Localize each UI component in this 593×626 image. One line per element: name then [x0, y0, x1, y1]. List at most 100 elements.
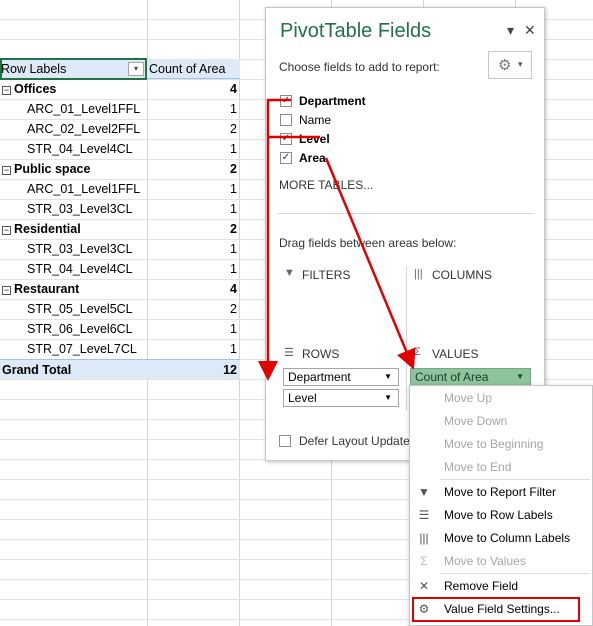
field-label: Department: [299, 94, 366, 108]
field-checkbox[interactable]: [280, 114, 292, 126]
pivot-item-row[interactable]: ARC_01_Level1FFL 1: [0, 179, 240, 199]
menu-item-label: Move to Column Labels: [444, 531, 571, 545]
item-count: 1: [230, 202, 237, 216]
pivot-item-row[interactable]: STR_05_Level5CL 2: [0, 299, 240, 319]
checkmark-icon: ✓: [281, 95, 291, 106]
pivot-item-row[interactable]: STR_06_Level6CL 1: [0, 319, 240, 339]
areas-separator: [406, 266, 407, 411]
chevron-down-icon[interactable]: ▼: [516, 369, 524, 385]
columns-icon: |||: [419, 531, 429, 545]
filter-icon: ▼: [284, 267, 295, 279]
pivot-item-row[interactable]: STR_04_Level4CL 1: [0, 259, 240, 279]
menu-separator: [440, 573, 590, 574]
menu-item-move-to-report-filter[interactable]: ▼ Move to Report Filter: [410, 481, 592, 504]
row-labels-header[interactable]: Row Labels: [1, 59, 66, 79]
collapse-icon[interactable]: −: [2, 226, 11, 235]
menu-item-label: Move to Row Labels: [444, 508, 553, 522]
group-count: 4: [230, 82, 237, 96]
group-name: Public space: [14, 162, 91, 176]
menu-item-label: Move to Report Filter: [444, 485, 557, 499]
values-field-context-menu: Move Up Move Down Move to Beginning Move to…: [409, 385, 593, 626]
rows-field-chip[interactable]: Department ▼: [283, 368, 399, 386]
field-label: Area: [299, 151, 326, 165]
pane-title: PivotTable Fields: [280, 20, 432, 42]
pivot-group-row[interactable]: − Restaurant 4: [0, 279, 240, 299]
sigma-icon: Σ: [414, 346, 421, 358]
menu-item-move-up[interactable]: Move Up: [410, 387, 592, 410]
menu-item-move-to-column-labels[interactable]: ||| Move to Column Labels: [410, 527, 592, 550]
collapse-icon[interactable]: −: [2, 86, 11, 95]
pivot-item-row[interactable]: STR_03_Level3CL 1: [0, 199, 240, 219]
columns-drop-zone[interactable]: [410, 286, 534, 338]
pivot-item-row[interactable]: STR_04_Level4CL 1: [0, 139, 240, 159]
grand-total-count: 12: [223, 363, 237, 377]
menu-item-move-to-row-labels[interactable]: ☰ Move to Row Labels: [410, 504, 592, 527]
menu-item-move-to-values[interactable]: Σ Move to Values: [410, 550, 592, 573]
drag-hint-text: Drag fields between areas below:: [279, 236, 457, 250]
group-name: Residential: [14, 222, 81, 236]
menu-item-move-to-end[interactable]: Move to End: [410, 456, 592, 479]
item-count: 1: [230, 242, 237, 256]
pivot-group-row[interactable]: − Offices 4: [0, 79, 240, 99]
menu-item-label: Move to End: [444, 460, 512, 474]
gear-icon: ⚙: [498, 57, 512, 74]
item-name: STR_04_Level4CL: [27, 262, 133, 276]
item-count: 1: [230, 142, 237, 156]
item-count: 1: [230, 102, 237, 116]
pivot-item-row[interactable]: ARC_02_Level2FFL 2: [0, 119, 240, 139]
pivot-group-row[interactable]: − Public space 2: [0, 159, 240, 179]
collapse-icon[interactable]: −: [2, 166, 11, 175]
menu-item-move-to-beginning[interactable]: Move to Beginning: [410, 433, 592, 456]
chevron-down-icon: ▾: [518, 59, 523, 69]
group-name: Restaurant: [14, 282, 80, 296]
more-tables-link[interactable]: MORE TABLES...: [279, 178, 373, 192]
tools-gear-button[interactable]: ⚙ ▾: [488, 51, 532, 79]
menu-item-label: Move Down: [444, 414, 508, 428]
values-area-label: VALUES: [432, 347, 479, 361]
columns-area-label: COLUMNS: [432, 268, 493, 282]
row-labels-filter-button[interactable]: ▾: [128, 62, 144, 76]
menu-item-label: Move to Beginning: [444, 437, 544, 451]
chevron-down-icon[interactable]: ▼: [384, 390, 392, 406]
field-checkbox[interactable]: ✓: [280, 152, 292, 164]
pivot-item-row[interactable]: ARC_01_Level1FFL 1: [0, 99, 240, 119]
field-checkbox[interactable]: ✓: [280, 133, 292, 145]
item-name: STR_03_Level3CL: [27, 202, 133, 216]
checkmark-icon: ✓: [281, 152, 291, 163]
pivot-group-row[interactable]: − Residential 2: [0, 219, 240, 239]
rows-field-chip[interactable]: Level ▼: [283, 389, 399, 407]
sigma-icon: Σ: [420, 554, 428, 568]
field-label: Name: [299, 113, 332, 127]
values-field-chip[interactable]: Count of Area ▼: [410, 368, 531, 386]
filters-drop-zone[interactable]: [278, 286, 402, 338]
item-name: STR_03_Level3CL: [27, 242, 133, 256]
count-of-area-header[interactable]: Count of Area: [149, 59, 225, 79]
menu-item-move-down[interactable]: Move Down: [410, 410, 592, 433]
chevron-down-icon[interactable]: ▼: [384, 369, 392, 385]
item-count: 2: [230, 302, 237, 316]
menu-item-remove-field[interactable]: ✕ Remove Field: [410, 575, 592, 598]
item-name: STR_05_Level5CL: [27, 302, 133, 316]
defer-layout-label: Defer Layout Update: [299, 434, 410, 448]
pane-options-dropdown-icon[interactable]: ▾: [507, 22, 514, 39]
remove-icon: ✕: [418, 579, 430, 593]
field-checkbox[interactable]: ✓: [280, 95, 292, 107]
pane-divider[interactable]: [278, 213, 534, 214]
defer-layout-checkbox[interactable]: [279, 435, 291, 447]
collapse-icon[interactable]: −: [2, 286, 11, 295]
group-label: − Residential: [2, 219, 81, 239]
chip-label: Department: [288, 370, 351, 384]
pivot-item-row[interactable]: STR_03_Level3CL 1: [0, 239, 240, 259]
checkmark-icon: ✓: [281, 133, 291, 144]
rows-icon: ☰: [284, 347, 294, 359]
grand-total-row[interactable]: Grand Total 12: [0, 359, 240, 379]
item-name: ARC_01_Level1FFL: [27, 182, 141, 196]
group-count: 2: [230, 162, 237, 176]
filters-area-label: FILTERS: [302, 268, 351, 282]
columns-icon: |||: [414, 268, 423, 280]
close-icon[interactable]: ✕: [524, 22, 536, 39]
filter-icon: ▼: [418, 485, 430, 499]
item-count: 1: [230, 322, 237, 336]
pivot-item-row[interactable]: STR_07_LeveL7CL 1: [0, 339, 240, 359]
group-count: 2: [230, 222, 237, 236]
